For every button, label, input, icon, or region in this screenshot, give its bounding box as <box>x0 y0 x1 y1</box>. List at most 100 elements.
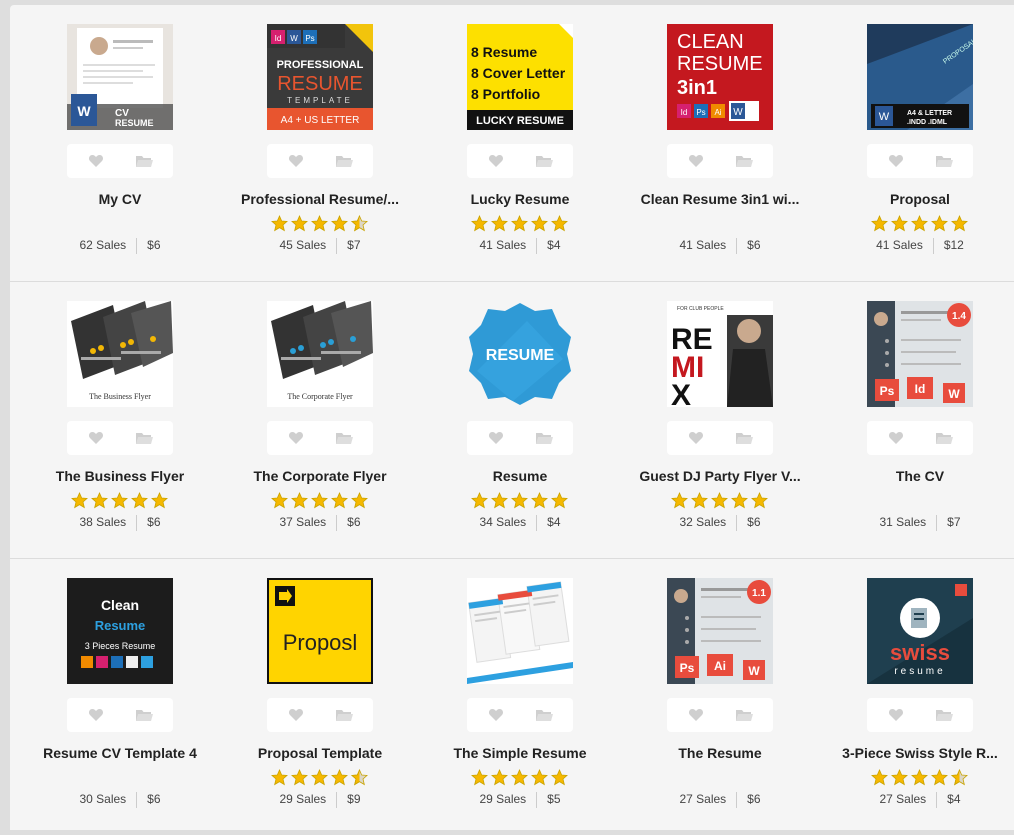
product-card[interactable]: Proposl Proposal Template 29 Sales $9 <box>220 559 420 835</box>
folder-icon[interactable] <box>736 431 753 445</box>
heart-icon[interactable] <box>488 707 504 723</box>
svg-text:3 Pieces Resume: 3 Pieces Resume <box>85 641 156 651</box>
product-thumbnail[interactable]: The Business Flyer <box>67 301 173 407</box>
product-thumbnail[interactable]: 8 Resume 8 Cover Letter 8 Portfolio LUCK… <box>467 24 573 130</box>
folder-icon[interactable] <box>736 708 753 722</box>
product-title[interactable]: The CV <box>820 468 1014 484</box>
product-thumbnail[interactable]: W CV RESUME <box>67 24 173 130</box>
product-card[interactable]: 1.1 Ps Ai W The Resume 27 Sales $6 <box>620 559 820 835</box>
star-icon <box>911 769 928 786</box>
folder-icon[interactable] <box>936 154 953 168</box>
heart-icon[interactable] <box>688 430 704 446</box>
svg-text:W: W <box>748 664 760 678</box>
product-title[interactable]: The Corporate Flyer <box>220 468 420 484</box>
product-thumbnail[interactable]: Proposl <box>267 578 373 684</box>
sales-count: 29 Sales <box>479 792 527 807</box>
folder-icon[interactable] <box>936 708 953 722</box>
folder-icon[interactable] <box>536 708 553 722</box>
product-title[interactable]: 3-Piece Swiss Style R... <box>820 745 1014 761</box>
star-icon <box>131 492 148 509</box>
heart-icon[interactable] <box>488 153 504 169</box>
svg-text:Clean: Clean <box>101 597 139 613</box>
heart-icon[interactable] <box>288 707 304 723</box>
product-thumbnail[interactable]: 1.4 Ps Id W <box>867 301 973 407</box>
product-title[interactable]: Clean Resume 3in1 wi... <box>620 191 820 207</box>
product-card[interactable]: RESUME Resume 34 Sales $4 <box>420 282 620 558</box>
heart-icon[interactable] <box>888 707 904 723</box>
product-card[interactable]: swiss resume 3-Piece Swiss Style R... 27… <box>820 559 1014 835</box>
sales-count: 37 Sales <box>279 515 327 530</box>
product-card[interactable]: The Simple Resume 29 Sales $5 <box>420 559 620 835</box>
product-card[interactable]: Id W Ps PROFESSIONAL RESUME TEMPLATE A4 … <box>220 5 420 281</box>
product-stats: 29 Sales $9 <box>220 792 420 808</box>
product-title[interactable]: Proposal <box>820 191 1014 207</box>
folder-icon[interactable] <box>136 154 153 168</box>
product-thumbnail[interactable]: Id W Ps PROFESSIONAL RESUME TEMPLATE A4 … <box>267 24 373 130</box>
heart-icon[interactable] <box>288 153 304 169</box>
heart-icon[interactable] <box>488 430 504 446</box>
product-title[interactable]: The Business Flyer <box>20 468 220 484</box>
divider <box>336 792 338 808</box>
folder-icon[interactable] <box>136 708 153 722</box>
product-thumbnail[interactable]: 1.1 Ps Ai W <box>667 578 773 684</box>
product-actions <box>467 421 573 455</box>
folder-icon[interactable] <box>336 154 353 168</box>
product-title[interactable]: Proposal Template <box>220 745 420 761</box>
product-card[interactable]: PROPOSAL W A4 & LETTER .INDD .IDML Propo… <box>820 5 1014 281</box>
product-thumbnail[interactable]: swiss resume <box>867 578 973 684</box>
heart-icon[interactable] <box>688 707 704 723</box>
heart-icon[interactable] <box>88 707 104 723</box>
product-card[interactable]: W CV RESUME My CV 62 Sales $6 <box>20 5 220 281</box>
sales-count: 27 Sales <box>879 792 927 807</box>
product-stats: 31 Sales $7 <box>820 515 1014 531</box>
price: $12 <box>943 238 964 253</box>
product-thumbnail[interactable]: The Corporate Flyer <box>267 301 373 407</box>
product-thumbnail[interactable]: FOR CLUB PEOPLE RE MI X <box>667 301 773 407</box>
product-title[interactable]: Lucky Resume <box>420 191 620 207</box>
product-thumbnail[interactable]: PROPOSAL W A4 & LETTER .INDD .IDML <box>867 24 973 130</box>
product-thumbnail[interactable]: Clean Resume 3 Pieces Resume <box>67 578 173 684</box>
svg-text:W: W <box>77 103 91 119</box>
product-card[interactable]: 8 Resume 8 Cover Letter 8 Portfolio LUCK… <box>420 5 620 281</box>
folder-icon[interactable] <box>336 708 353 722</box>
svg-text:Id: Id <box>681 108 688 117</box>
product-title[interactable]: Professional Resume/... <box>220 191 420 207</box>
heart-icon[interactable] <box>888 153 904 169</box>
star-icon <box>891 215 908 232</box>
heart-icon[interactable] <box>88 153 104 169</box>
price: $5 <box>547 792 561 807</box>
heart-icon[interactable] <box>288 430 304 446</box>
product-card[interactable]: 1.4 Ps Id W The CV 31 Sales $7 <box>820 282 1014 558</box>
rating-stars <box>665 492 775 510</box>
product-thumbnail[interactable]: RESUME <box>467 301 573 407</box>
folder-icon[interactable] <box>136 431 153 445</box>
folder-icon[interactable] <box>936 431 953 445</box>
product-title[interactable]: My CV <box>20 191 220 207</box>
product-thumbnail[interactable] <box>467 578 573 684</box>
product-thumbnail[interactable]: CLEAN RESUME 3in1 Id Ps Ai W <box>667 24 773 130</box>
sales-count: 31 Sales <box>879 515 927 530</box>
product-card[interactable]: CLEAN RESUME 3in1 Id Ps Ai W Clean Resum… <box>620 5 820 281</box>
folder-icon[interactable] <box>336 431 353 445</box>
product-title[interactable]: The Simple Resume <box>420 745 620 761</box>
product-title[interactable]: Resume CV Template 4 <box>20 745 220 761</box>
rating-stars <box>465 492 575 510</box>
product-title[interactable]: Resume <box>420 468 620 484</box>
star-icon <box>951 769 968 786</box>
star-icon <box>311 769 328 786</box>
product-card[interactable]: The Business Flyer The Business Flyer 38 … <box>20 282 220 558</box>
rating-stars <box>265 492 375 510</box>
product-card[interactable]: FOR CLUB PEOPLE RE MI X Guest DJ Party F… <box>620 282 820 558</box>
product-card[interactable]: Clean Resume 3 Pieces Resume Resume CV T… <box>20 559 220 835</box>
folder-icon[interactable] <box>736 154 753 168</box>
heart-icon[interactable] <box>88 430 104 446</box>
folder-icon[interactable] <box>536 431 553 445</box>
product-card[interactable]: The Corporate Flyer The Corporate Flyer 3… <box>220 282 420 558</box>
svg-text:RESUME: RESUME <box>277 73 363 95</box>
product-title[interactable]: The Resume <box>620 745 820 761</box>
star-icon <box>871 769 888 786</box>
heart-icon[interactable] <box>688 153 704 169</box>
heart-icon[interactable] <box>888 430 904 446</box>
product-title[interactable]: Guest DJ Party Flyer V... <box>620 468 820 484</box>
folder-icon[interactable] <box>536 154 553 168</box>
